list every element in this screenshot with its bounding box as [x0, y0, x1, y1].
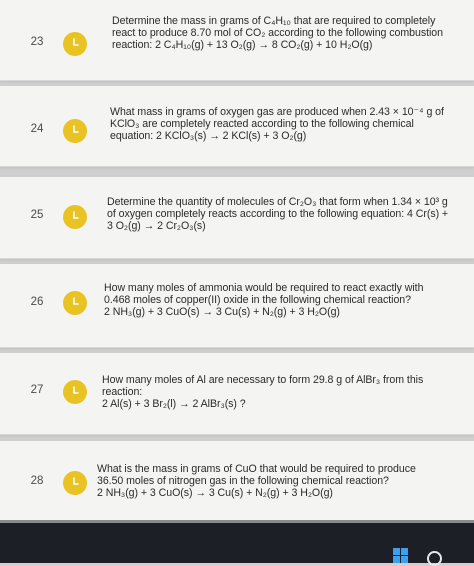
question-text: Determine the quantity of molecules of C… — [107, 196, 448, 233]
clock-icon — [63, 291, 87, 315]
clock-icon — [63, 471, 87, 495]
question-card-24[interactable]: 24 What mass in grams of oxygen gas are … — [0, 86, 474, 167]
question-number: 27 — [30, 384, 44, 396]
question-text-line: How many moles of ammonia would be requi… — [104, 282, 424, 294]
question-number: 24 — [30, 123, 44, 135]
question-list: 23 Determine the mass in grams of C₄H₁₀ … — [0, 0, 474, 521]
question-text-line: 2 NH₃(g) + 3 CuO(s) → 3 Cu(s) + N₂(g) + … — [97, 487, 333, 500]
question-card-27[interactable]: 27 How many moles of Al are necessary to… — [0, 353, 474, 435]
question-text-line: Determine the mass in grams of C₄H₁₀ tha… — [112, 15, 436, 27]
question-text-line: 0.468 moles of copper(II) oxide in the f… — [104, 294, 411, 307]
question-text-line: react to produce 8.70 mol of CO₂ accordi… — [112, 27, 443, 40]
question-text-line: equation: 2 KClO₃(s) → 2 KCl(s) + 3 O₂(g… — [110, 130, 307, 143]
question-card-26[interactable]: 26 How many moles of ammonia would be re… — [0, 264, 474, 348]
question-text-line: 3 O₂(g) → 2 Cr₂O₃(s) — [107, 220, 206, 233]
question-text-line: KClO₃ are completely reacted according t… — [110, 118, 414, 131]
windows-start-icon[interactable] — [393, 548, 410, 563]
question-card-23[interactable]: 23 Determine the mass in grams of C₄H₁₀ … — [0, 0, 474, 81]
question-text-line: 36.50 moles of nitrogen gas in the follo… — [97, 475, 389, 488]
search-icon[interactable] — [427, 551, 442, 566]
clock-icon — [63, 205, 87, 229]
question-text: What is the mass in grams of CuO that wo… — [97, 463, 416, 500]
question-number: 26 — [30, 296, 44, 308]
question-number: 23 — [30, 36, 44, 48]
question-card-25[interactable]: 25 Determine the quantity of molecules o… — [0, 177, 474, 259]
question-text: What mass in grams of oxygen gas are pro… — [110, 106, 444, 143]
question-text-line: What is the mass in grams of CuO that wo… — [97, 463, 416, 475]
clock-icon — [63, 380, 87, 404]
question-text-line: 2 NH₃(g) + 3 CuO(s) → 3 Cu(s) + N₂(g) + … — [104, 306, 340, 319]
question-text-line: reaction: 2 C₄H₁₀(g) + 13 O₂(g) → 8 CO₂(… — [112, 39, 373, 52]
question-text: How many moles of Al are necessary to fo… — [102, 374, 423, 411]
question-text-line: reaction: — [102, 386, 143, 399]
question-card-28[interactable]: 28 What is the mass in grams of CuO that… — [0, 441, 474, 521]
question-text: How many moles of ammonia would be requi… — [104, 282, 423, 319]
question-number: 25 — [30, 209, 44, 221]
question-text-line: 2 Al(s) + 3 Br₂(l) → 2 AlBr₃(s) ? — [102, 398, 246, 411]
question-text-line: of oxygen completely reacts according to… — [107, 208, 449, 221]
clock-icon — [63, 119, 87, 143]
taskbar-divider — [0, 520, 474, 523]
question-text: Determine the mass in grams of C₄H₁₀ tha… — [112, 15, 443, 52]
question-text-line: Determine the quantity of molecules of C… — [107, 196, 448, 208]
clock-icon — [63, 32, 87, 56]
question-text-line: How many moles of Al are necessary to fo… — [102, 374, 424, 386]
question-text-line: What mass in grams of oxygen gas are pro… — [110, 106, 444, 118]
question-number: 28 — [30, 475, 44, 487]
